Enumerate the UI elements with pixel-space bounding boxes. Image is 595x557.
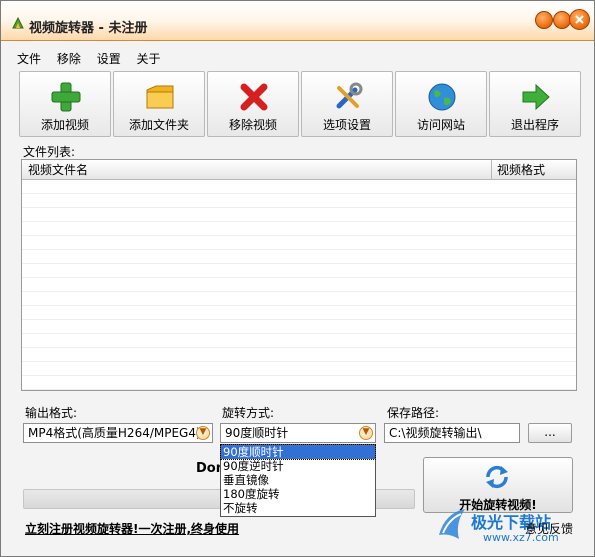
remove-video-label: 移除视频 — [228, 118, 277, 132]
maximize-icon — [554, 12, 570, 28]
menu-settings[interactable]: 设置 — [91, 49, 127, 69]
browse-button[interactable]: ... — [528, 423, 572, 443]
watermark-logo-icon — [439, 509, 465, 539]
rotation-options-dropdown[interactable]: 90度顺时针 90度逆时针 垂直镜像 180度旋转 不旋转 — [220, 444, 376, 517]
output-format-value: MP4格式(高质量H264/MPEG4) — [28, 426, 201, 440]
rotate-video-icon — [486, 465, 508, 489]
file-list-label: 文件列表: — [23, 145, 76, 159]
rotation-mode-select[interactable]: 90度顺时针 ▼ — [220, 423, 376, 443]
red-x-icon — [240, 83, 268, 111]
title-bar[interactable]: 视频旋转器 - 未注册 — [1, 1, 594, 41]
app-logo-icon — [12, 16, 24, 29]
rotation-option-180[interactable]: 180度旋转 — [221, 487, 375, 501]
exit-arrow-icon — [522, 83, 550, 111]
rotation-option-cw90[interactable]: 90度顺时针 — [220, 444, 376, 460]
file-list-rows[interactable] — [22, 180, 576, 390]
visit-website-label: 访问网站 — [416, 118, 465, 132]
options-button[interactable]: 选项设置 — [301, 71, 393, 137]
rotation-mode-label: 旋转方式: — [222, 406, 275, 420]
rotation-mode-value: 90度顺时针 — [225, 426, 289, 440]
file-list-table[interactable]: 视频文件名 视频格式 — [21, 159, 577, 391]
column-header-filename[interactable]: 视频文件名 — [22, 160, 492, 180]
menu-bar: 文件 移除 设置 关于 — [11, 49, 167, 69]
toolbar: 添加视频 添加文件夹 移除视频 选项设置 访问网站 退出程序 — [19, 71, 581, 137]
register-link[interactable]: 立刻注册视频旋转器!一次注册,终身使用 — [25, 520, 239, 537]
file-list-header: 视频文件名 视频格式 — [22, 160, 576, 180]
plus-icon — [51, 82, 81, 112]
chevron-down-icon[interactable]: ▼ — [359, 426, 373, 440]
remove-video-button[interactable]: 移除视频 — [207, 71, 299, 137]
visit-website-button[interactable]: 访问网站 — [395, 71, 487, 137]
add-video-button[interactable]: 添加视频 — [19, 71, 111, 137]
output-format-select[interactable]: MP4格式(高质量H264/MPEG4) ▼ — [23, 423, 213, 443]
close-icon — [575, 15, 584, 24]
exit-label: 退出程序 — [510, 118, 559, 132]
save-path-value: C:\视频旋转输出\ — [389, 426, 482, 440]
folder-icon — [146, 85, 174, 109]
chevron-down-icon[interactable]: ▼ — [196, 426, 210, 440]
rotation-option-none[interactable]: 不旋转 — [221, 501, 375, 515]
rotation-option-vertical-mirror[interactable]: 垂直镜像 — [221, 473, 375, 487]
minimize-icon — [536, 12, 552, 28]
minimize-button[interactable] — [535, 11, 553, 29]
column-header-format[interactable]: 视频格式 — [492, 160, 574, 180]
menu-remove[interactable]: 移除 — [51, 49, 87, 69]
feedback-link[interactable]: 意见反馈 — [525, 520, 573, 537]
tools-icon — [336, 82, 363, 109]
add-video-label: 添加视频 — [40, 118, 89, 132]
options-label: 选项设置 — [322, 118, 371, 132]
globe-icon — [428, 83, 456, 111]
menu-about[interactable]: 关于 — [131, 49, 167, 69]
output-format-label: 输出格式: — [25, 406, 78, 420]
exit-button[interactable]: 退出程序 — [489, 71, 581, 137]
menu-file[interactable]: 文件 — [11, 49, 47, 69]
app-window: 视频旋转器 - 未注册 文件 移除 设置 关于 添加视频 添加文件夹 移除视频 … — [0, 0, 595, 557]
save-path-label: 保存路径: — [387, 406, 440, 420]
window-title: 视频旋转器 - 未注册 — [29, 21, 148, 36]
close-button[interactable] — [569, 9, 590, 30]
save-path-input[interactable]: C:\视频旋转输出\ — [384, 423, 520, 443]
add-folder-button[interactable]: 添加文件夹 — [113, 71, 205, 137]
rotation-option-ccw90[interactable]: 90度逆时针 — [221, 459, 375, 473]
add-folder-label: 添加文件夹 — [128, 118, 189, 132]
